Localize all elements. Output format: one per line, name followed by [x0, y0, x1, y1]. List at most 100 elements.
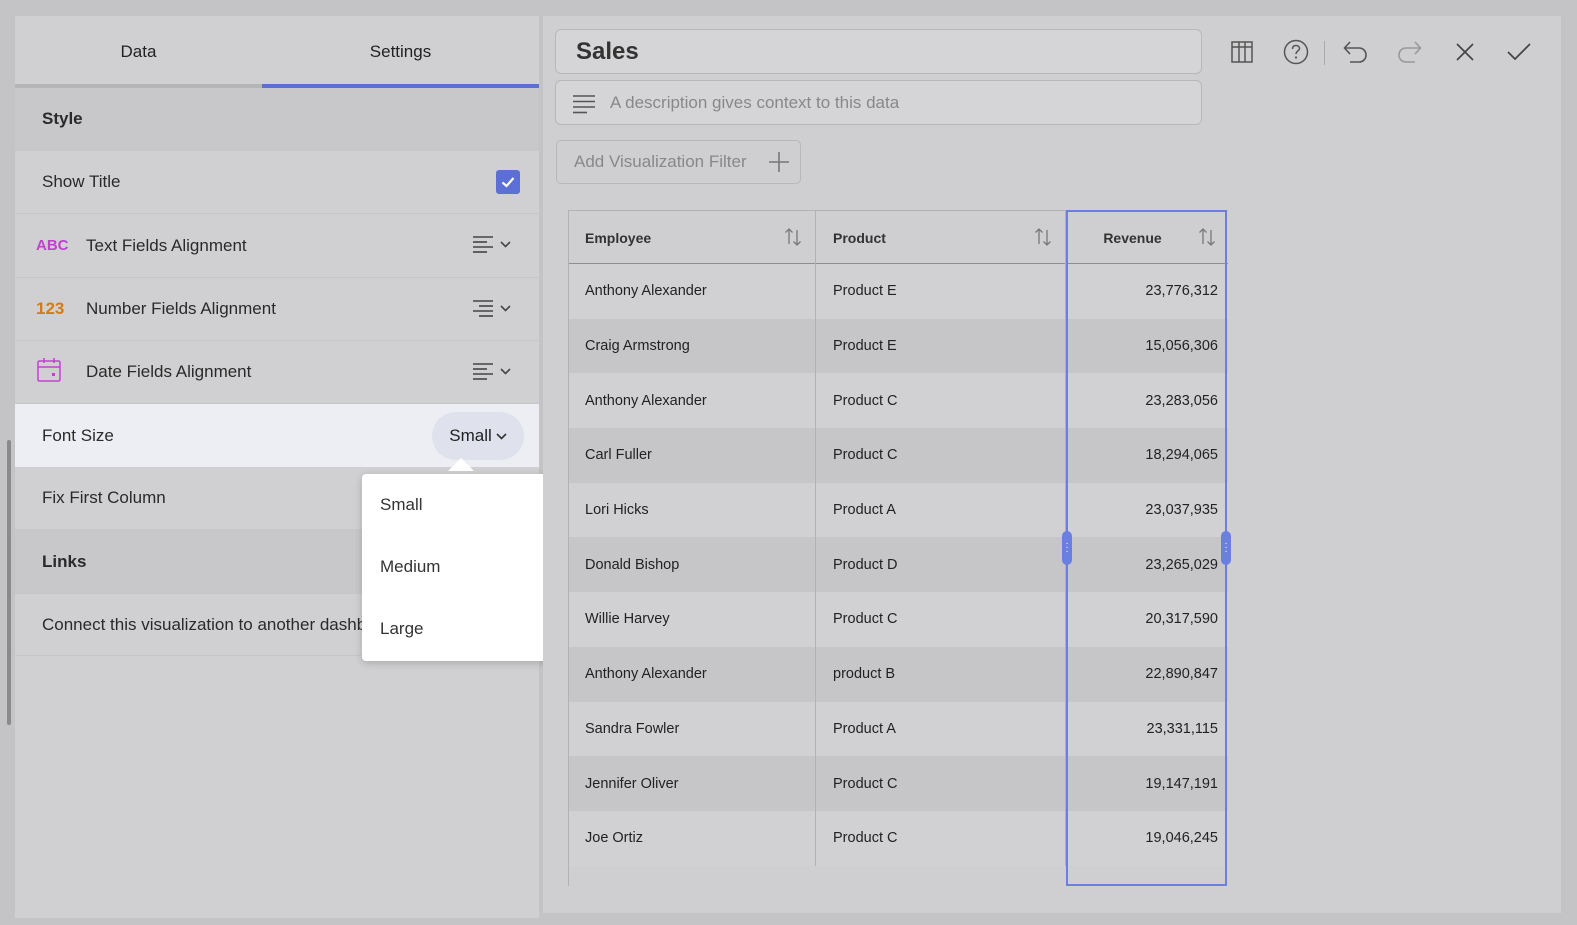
chevron-down-icon [500, 367, 511, 375]
table-icon[interactable] [1228, 38, 1256, 66]
close-icon[interactable] [1451, 38, 1479, 66]
column-resize-handle-right[interactable]: · · · [1221, 531, 1231, 565]
table-row[interactable]: Jennifer Oliver Product C 19,147,191 [569, 756, 1228, 811]
number-alignment-dropdown[interactable] [472, 298, 511, 318]
cell-revenue: 15,056,306 [1145, 338, 1218, 355]
grid-header-row: Employee Product Revenue [569, 210, 1228, 264]
description-placeholder: A description gives context to this data [610, 92, 900, 112]
text-fields-alignment-label: Text Fields Alignment [86, 235, 247, 255]
number-fields-alignment-row[interactable]: 123 Number Fields Alignment [15, 278, 539, 341]
show-title-checkbox[interactable] [496, 170, 520, 194]
cell-revenue: 22,890,847 [1145, 666, 1218, 683]
cell-revenue: 20,317,590 [1145, 611, 1218, 628]
sort-icon[interactable] [1197, 227, 1217, 247]
table-row[interactable]: Carl Fuller Product C 18,294,065 [569, 428, 1228, 483]
table-row[interactable]: Willie Harvey Product C 20,317,590 [569, 592, 1228, 647]
table-row[interactable]: Anthony Alexander product B 22,890,847 [569, 646, 1228, 702]
cell-product: Product C [816, 428, 1066, 483]
undo-icon[interactable] [1341, 38, 1369, 66]
cell-product: Product A [816, 701, 1066, 757]
option-label: Small [380, 495, 423, 514]
tab-settings[interactable]: Settings [262, 16, 539, 88]
text-alignment-dropdown[interactable] [472, 234, 511, 254]
style-section-label: Style [42, 109, 83, 128]
number-type-icon: 123 [36, 299, 65, 318]
align-right-icon [473, 300, 493, 317]
cell-product: Product A [816, 482, 1066, 538]
grid-body: Anthony Alexander Product E 23,776,312 Crai… [569, 264, 1228, 866]
show-title-label: Show Title [42, 172, 121, 191]
sort-icon[interactable] [783, 227, 803, 247]
visualization-editor: Sales A description gives context to thi… [543, 16, 1561, 913]
date-fields-alignment-row[interactable]: Date Fields Alignment [15, 341, 539, 404]
links-section-label: Links [42, 551, 87, 571]
cell-employee: Carl Fuller [569, 428, 816, 483]
cell-revenue: 23,331,115 [1146, 720, 1219, 737]
font-size-value: Small [449, 426, 492, 445]
table-row[interactable]: Lori Hicks Product A 23,037,935 [569, 482, 1228, 538]
column-header-product[interactable]: Product [816, 211, 1066, 264]
column-header-employee[interactable]: Employee [569, 211, 816, 264]
number-fields-alignment-label: Number Fields Alignment [86, 299, 276, 318]
column-header-revenue[interactable]: Revenue [1066, 211, 1228, 264]
cell-product: Product E [816, 264, 1066, 319]
cell-product: Product D [816, 537, 1066, 593]
redo-icon[interactable] [1396, 38, 1424, 66]
chevron-down-icon [500, 304, 511, 312]
cell-product: Product C [816, 810, 1066, 866]
table-row[interactable]: Joe Ortiz Product C 19,046,245 [569, 810, 1228, 866]
table-row[interactable]: Donald Bishop Product D 23,265,029 [569, 537, 1228, 593]
panel-tabs: Data Settings [15, 16, 539, 88]
sort-icon[interactable] [1033, 227, 1053, 247]
show-title-row[interactable]: Show Title [15, 151, 539, 214]
cell-revenue: 19,046,245 [1145, 830, 1218, 847]
cell-revenue: 23,265,029 [1145, 556, 1218, 573]
option-label: Medium [380, 557, 441, 576]
cell-employee: Anthony Alexander [569, 646, 816, 702]
toolbar-divider [1324, 41, 1325, 65]
filter-button-label: Add Visualization Filter [574, 152, 747, 171]
settings-scrollbar[interactable] [7, 440, 11, 725]
check-icon[interactable] [1505, 38, 1533, 66]
cell-employee: Anthony Alexander [569, 264, 816, 319]
column-header-label: Revenue [1103, 229, 1162, 246]
date-fields-alignment-label: Date Fields Alignment [86, 362, 252, 381]
font-size-dropdown[interactable]: Small [432, 412, 524, 460]
column-header-label: Product [833, 229, 886, 246]
calendar-icon [36, 357, 68, 388]
table-row[interactable]: Sandra Fowler Product A 23,331,115 [569, 701, 1228, 757]
align-left-icon [473, 363, 493, 380]
table-row[interactable]: Anthony Alexander Product C 23,283,056 [569, 373, 1228, 429]
checkmark-icon [501, 177, 515, 188]
fix-first-column-label: Fix First Column [42, 488, 166, 507]
text-type-icon: ABC [36, 237, 69, 254]
cell-product: Product E [816, 318, 1066, 374]
tab-data[interactable]: Data [15, 16, 262, 88]
cell-employee: Willie Harvey [569, 592, 816, 647]
popup-caret [448, 458, 474, 471]
cell-product: Product C [816, 756, 1066, 811]
add-visualization-filter-button[interactable]: Add Visualization Filter [556, 140, 801, 184]
column-resize-handle-left[interactable]: · · · [1062, 531, 1072, 565]
table-row[interactable]: Anthony Alexander Product E 23,776,312 [569, 264, 1228, 319]
cell-employee: Sandra Fowler [569, 701, 816, 757]
visualization-title-input[interactable]: Sales [555, 29, 1202, 74]
cell-employee: Donald Bishop [569, 537, 816, 593]
text-fields-alignment-row[interactable]: ABC Text Fields Alignment [15, 214, 539, 278]
style-section-header: Style [15, 88, 539, 151]
font-size-label: Font Size [42, 425, 114, 445]
description-input[interactable]: A description gives context to this data [555, 80, 1202, 125]
help-icon[interactable] [1282, 38, 1310, 66]
cell-employee: Lori Hicks [569, 482, 816, 538]
table-row[interactable]: Craig Armstrong Product E 15,056,306 [569, 318, 1228, 374]
cell-revenue: 23,283,056 [1145, 392, 1218, 409]
date-alignment-dropdown[interactable] [472, 361, 511, 381]
column-header-label: Employee [585, 229, 652, 246]
align-left-icon [473, 236, 493, 253]
text-lines-icon [573, 95, 595, 114]
cell-revenue: 23,776,312 [1145, 283, 1218, 300]
connect-dashboard-label: Connect this visualization to another da… [42, 614, 401, 634]
cell-revenue: 19,147,191 [1145, 775, 1218, 792]
data-grid: Employee Product Revenue Anthony Alexand… [568, 210, 1228, 886]
cell-employee: Anthony Alexander [569, 373, 816, 429]
